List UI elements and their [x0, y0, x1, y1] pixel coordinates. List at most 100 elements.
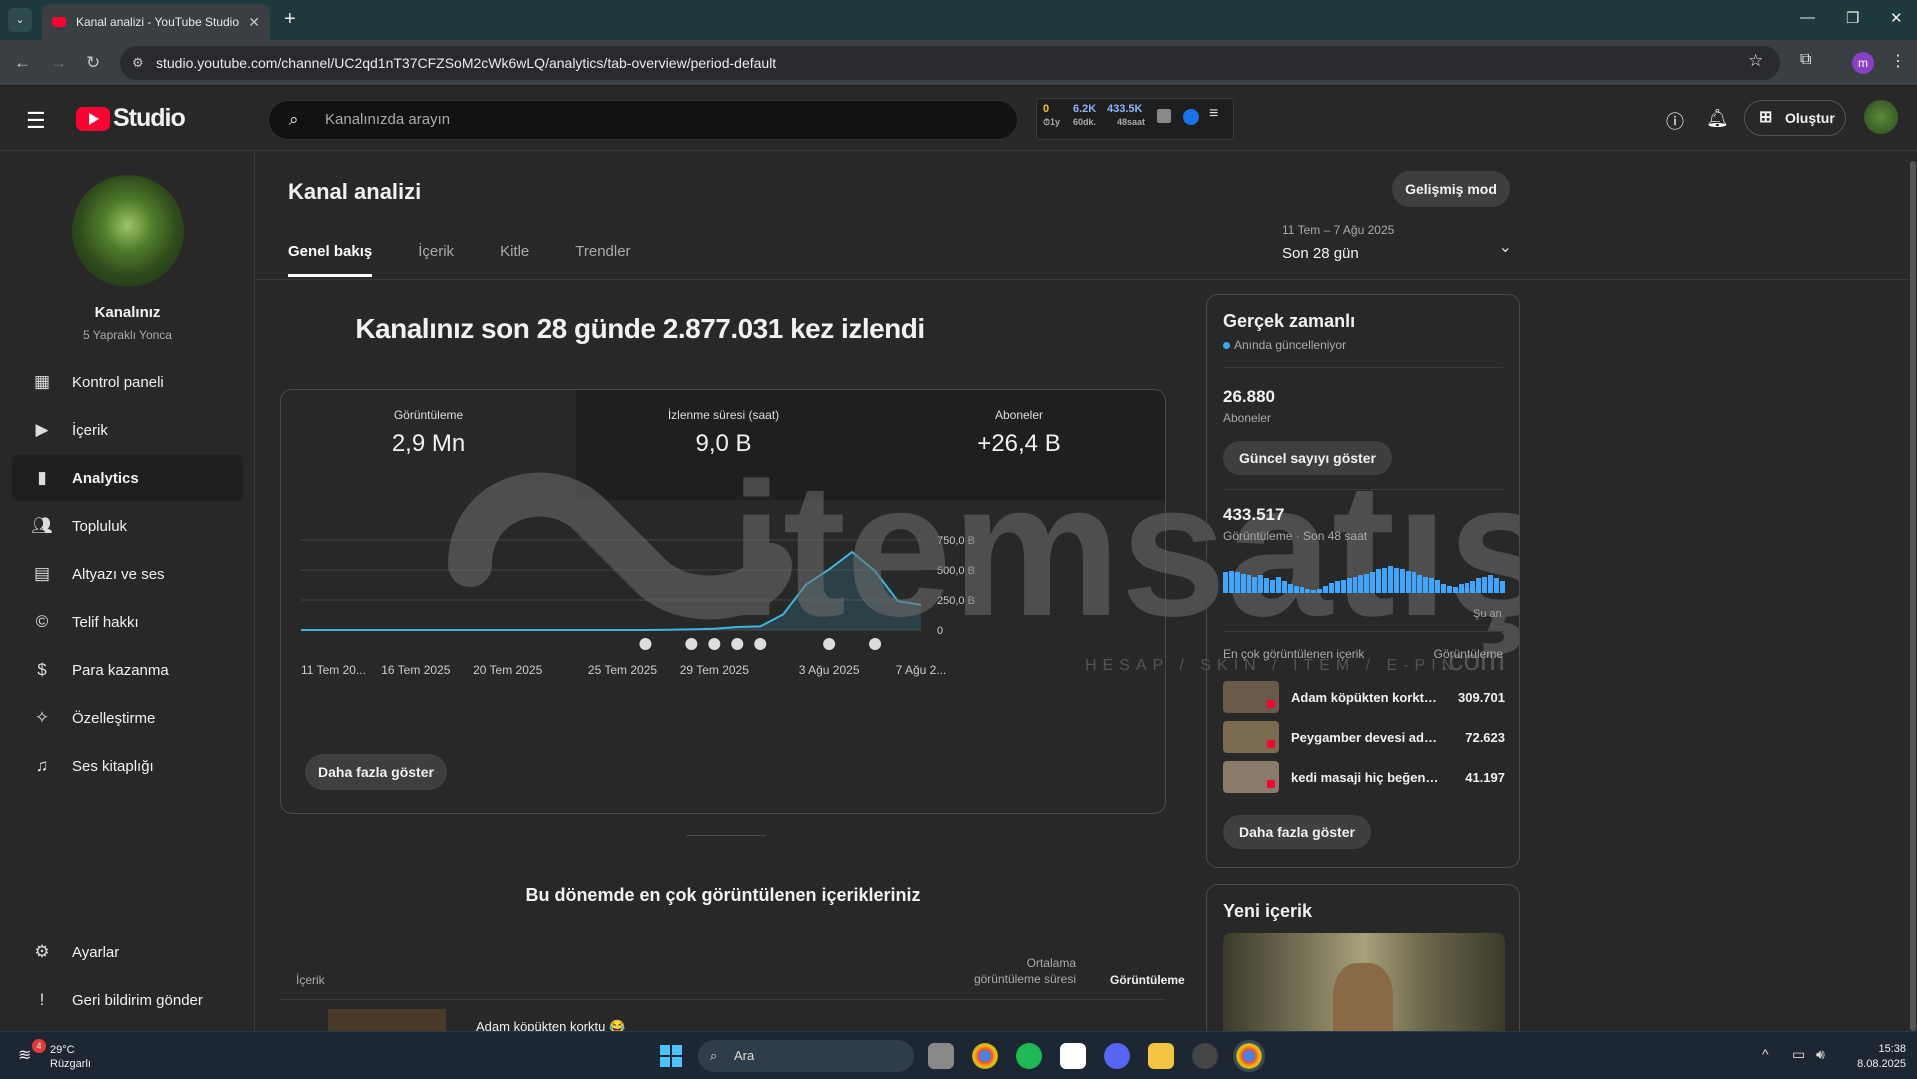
video-publish-marker[interactable] [639, 638, 652, 650]
sidebar-item-dashboard[interactable]: ▦ Kontrol paneli [12, 359, 243, 405]
video-publish-marker[interactable] [731, 638, 744, 650]
realtime-show-more-button[interactable]: Daha fazla göster [1223, 815, 1371, 849]
hamburger-menu-icon[interactable]: ☰ [26, 108, 46, 134]
sidebar-item-content[interactable]: ▶ İçerik [12, 407, 243, 453]
video-publish-marker[interactable] [823, 638, 836, 650]
channel-avatar[interactable] [72, 175, 184, 287]
windows-start-icon[interactable] [660, 1045, 682, 1067]
volume-icon[interactable]: 🔊︎ [1816, 1046, 1825, 1063]
task-view-icon[interactable] [928, 1043, 954, 1069]
top-views-label: Görüntüleme [1433, 647, 1503, 661]
tab-content[interactable]: İçerik [418, 243, 454, 277]
spotify-icon[interactable] [1016, 1043, 1042, 1069]
restore-icon[interactable]: ❐ [1846, 9, 1859, 27]
video-publish-marker[interactable] [708, 638, 721, 650]
video-publish-marker[interactable] [754, 638, 767, 650]
realtime-bar [1246, 575, 1252, 593]
search-input[interactable]: ⌕ Kanalınızda arayın [268, 100, 1018, 140]
sidebar-item-settings[interactable]: ⚙ Ayarlar [12, 929, 243, 975]
taskbar-search[interactable]: ⌕ Ara [698, 1040, 914, 1072]
browser-tab[interactable]: Kanal analizi - YouTube Studio ✕ [42, 4, 270, 40]
metric-views[interactable]: Görüntüleme 2,9 Mn [281, 390, 576, 500]
widget-menu-icon[interactable]: ≡ [1209, 105, 1218, 123]
discord-icon[interactable] [1104, 1043, 1130, 1069]
realtime-video-row[interactable]: Adam köpükten korktu... 309.701 [1223, 681, 1505, 713]
widget-logo-icon[interactable] [1183, 109, 1199, 125]
page-scrollbar[interactable] [1909, 151, 1917, 1031]
scrollbar-thumb[interactable] [1910, 161, 1916, 1031]
file-explorer-icon[interactable] [1148, 1043, 1174, 1069]
new-content-thumbnail[interactable] [1223, 933, 1505, 1044]
capcut-icon[interactable] [1060, 1043, 1086, 1069]
browser-menu-icon[interactable]: ⋮ [1890, 51, 1906, 71]
sidebar-item-customization[interactable]: ✧ Özelleştirme [12, 695, 243, 741]
show-more-button[interactable]: Daha fazla göster [305, 754, 447, 790]
tab-search-button[interactable]: ⌄ [8, 8, 32, 32]
sidebar-item-subtitles[interactable]: ▤ Altyazı ve ses [12, 551, 243, 597]
realtime-bar [1499, 581, 1505, 593]
video-thumbnail[interactable] [1223, 761, 1279, 793]
advanced-mode-button[interactable]: Gelişmiş mod [1392, 171, 1510, 207]
close-tab-icon[interactable]: ✕ [248, 14, 260, 31]
video-thumbnail[interactable] [1223, 721, 1279, 753]
show-live-count-button[interactable]: Güncel sayıyı göster [1223, 441, 1392, 475]
widget-chart-icon[interactable] [1157, 109, 1171, 123]
realtime-video-row[interactable]: Peygamber devesi ada... 72.623 [1223, 721, 1505, 753]
create-button[interactable]: ⊞ Oluştur [1744, 100, 1846, 136]
extensions-icon[interactable]: ⧉ [1800, 51, 1811, 69]
stats-extension-widget[interactable]: 0 ⏱ 1y 6.2K 60dk. 433.5K 48saat ≡ [1036, 98, 1234, 140]
realtime-video-row[interactable]: kedi masaji hiç beğenm... 41.197 [1223, 761, 1505, 793]
notifications-bell-icon[interactable]: 🔔︎ [1706, 108, 1729, 129]
video-publish-marker[interactable] [869, 638, 882, 650]
bookmark-star-icon[interactable]: ☆ [1748, 51, 1763, 71]
views-line-chart: 0 250,0 B 500,0 B 750,0 B 11 Tem 20... 16 Tem… [301, 535, 975, 677]
system-clock[interactable]: 15:38 8.08.2025 [1848, 1042, 1906, 1072]
tab-overview[interactable]: Genel bakış [288, 243, 373, 277]
url-field[interactable]: ⚙ studio.youtube.com/channel/UC2qd1nT37C… [120, 46, 1780, 80]
site-info-icon[interactable]: ⚙ [132, 46, 144, 80]
sidebar-item-analytics[interactable]: ▮ Analytics [12, 455, 243, 501]
page-title: Kanal analizi [288, 179, 422, 204]
account-avatar[interactable] [1864, 100, 1898, 134]
help-icon[interactable]: ⓘ [1666, 108, 1684, 134]
period-range: 11 Tem – 7 Ağu 2025 [1282, 223, 1395, 237]
reload-icon[interactable]: ↻ [86, 53, 100, 73]
new-tab-button[interactable]: + [284, 8, 296, 31]
metric-watch-time[interactable]: İzlenme süresi (saat) 9,0 B [576, 390, 871, 500]
col-avg-duration-header[interactable]: Ortalama görüntüleme süresi [960, 955, 1076, 987]
col-views-header[interactable]: Görüntüleme [1110, 973, 1185, 987]
back-icon[interactable]: ← [14, 53, 31, 73]
close-window-icon[interactable]: ✕ [1890, 9, 1903, 27]
weather-widget[interactable]: 4 ≋ 29°C Rüzgarlı [18, 1039, 91, 1071]
realtime-bar-chart[interactable] [1223, 563, 1505, 593]
network-icon[interactable]: ▭ [1792, 1046, 1805, 1063]
period-selector[interactable]: 11 Tem – 7 Ağu 2025 Son 28 gün ⌄ [1282, 223, 1512, 279]
sidebar-item-community[interactable]: 👥︎ Topluluk [12, 503, 243, 549]
tab-audience[interactable]: Kitle [500, 243, 529, 277]
sidebar-item-label: Analytics [72, 469, 139, 487]
new-content-card: Yeni içerik [1206, 884, 1520, 1044]
x-tick-label: 11 Tem 20... [301, 663, 366, 677]
views-chart[interactable]: 0 250,0 B 500,0 B 750,0 B 11 Tem 20... 16 Tem… [281, 520, 1165, 740]
chrome-icon[interactable] [972, 1043, 998, 1069]
analytics-icon: ▮ [37, 468, 47, 487]
forward-icon[interactable]: → [50, 53, 67, 73]
feedback-icon: ! [39, 990, 45, 1009]
tray-chevron-icon[interactable]: ^ [1762, 1046, 1769, 1062]
section-separator [686, 835, 766, 836]
sidebar-item-feedback[interactable]: ! Geri bildirim gönder [12, 977, 243, 1023]
profile-avatar[interactable]: m [1852, 52, 1874, 74]
video-title: Peygamber devesi ada... [1291, 730, 1441, 745]
studio-logo[interactable]: Studio [76, 104, 186, 133]
chrome-profile-icon[interactable] [1233, 1040, 1265, 1072]
metric-subscribers[interactable]: Aboneler +26,4 B [871, 390, 1165, 500]
tab-trends[interactable]: Trendler [575, 243, 630, 277]
sidebar-item-audio-library[interactable]: ♫ Ses kitaplığı [12, 743, 243, 789]
video-thumbnail[interactable] [1223, 681, 1279, 713]
minimize-icon[interactable]: — [1800, 9, 1815, 26]
realtime-views-value: 433.517 [1223, 505, 1285, 524]
obs-icon[interactable] [1192, 1043, 1218, 1069]
sidebar-item-copyright[interactable]: © Telif hakkı [12, 599, 243, 645]
sidebar-item-monetization[interactable]: $ Para kazanma [12, 647, 243, 693]
video-publish-marker[interactable] [685, 638, 698, 650]
